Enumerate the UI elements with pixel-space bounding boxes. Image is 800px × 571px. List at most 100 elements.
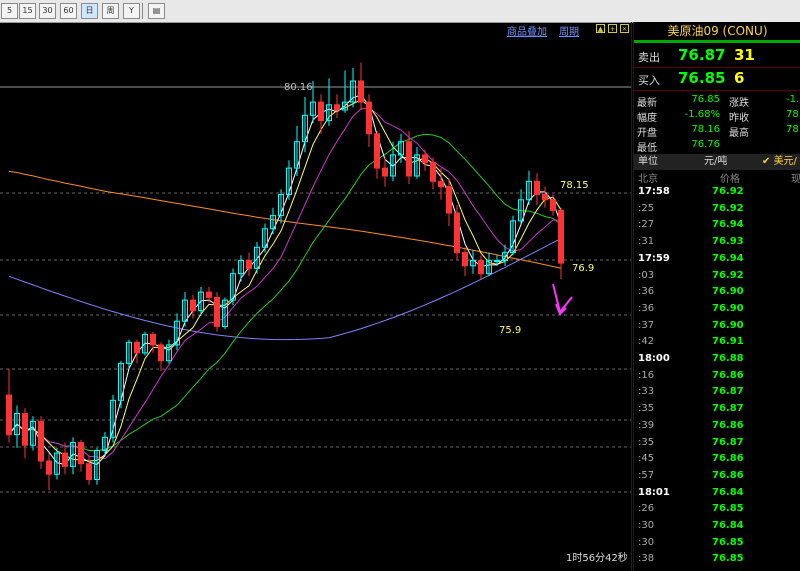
buy-row: 买入 76.85 6 (634, 68, 800, 91)
tick-price: 76.85 (712, 553, 744, 565)
tick-price: 76.92 (712, 269, 744, 281)
tick-row: :39 76.86 (634, 420, 800, 437)
tick-time: :31 (638, 236, 655, 248)
candle-down (462, 252, 468, 267)
candle-down (206, 291, 212, 298)
candle-down (422, 154, 428, 164)
candle-down (86, 463, 92, 481)
unit-value: 元/吨 (704, 156, 728, 167)
period-year-button[interactable]: Y (123, 3, 140, 19)
tick-row: :36 76.90 (634, 286, 800, 303)
kline-chart[interactable]: 80.16 78.15 76.9 75.9 (0, 22, 632, 571)
tick-price: 76.90 (712, 286, 744, 298)
title-underline (634, 40, 800, 43)
candle-down (46, 460, 52, 475)
stat-label: 最高 (729, 128, 749, 139)
tick-time: 18:00 (638, 353, 670, 364)
high-label: 80.16 (284, 82, 313, 93)
chart-header: 商品叠加 周期 ▲ + × (0, 22, 632, 38)
stat-value: 76.85 (691, 94, 720, 105)
period-60-button[interactable]: 60 (60, 3, 77, 19)
tick-price: 76.85 (712, 503, 744, 515)
zoom-icon[interactable]: + (608, 24, 617, 33)
tick-time: :26 (638, 503, 655, 515)
candle-down (158, 344, 164, 362)
tick-row: :25 76.92 (634, 203, 800, 220)
tick-price: 76.94 (712, 252, 744, 264)
tick-time: :30 (638, 520, 655, 531)
tick-price: 76.90 (712, 319, 744, 331)
stat-label: 昨收 (729, 113, 749, 124)
tick-time: :03 (638, 269, 655, 281)
ma20-line (8, 107, 562, 460)
tick-time: :37 (638, 319, 655, 331)
expand-icon[interactable]: ▲ (596, 24, 605, 33)
settings-icon[interactable]: ▤ (148, 3, 165, 19)
period-30-button[interactable]: 30 (39, 3, 56, 19)
stat-value: 78. (786, 124, 800, 135)
tick-row: 18:01 76.84 (634, 487, 800, 504)
ma5-line (8, 94, 562, 466)
period-week-button[interactable]: 周 (102, 3, 119, 19)
candle-down (78, 442, 84, 465)
level-label: 75.9 (499, 325, 521, 336)
tick-row: :35 76.87 (634, 403, 800, 420)
stat-label: 最新 (637, 98, 657, 109)
candle-down (190, 299, 196, 312)
stat-row-open: 开盘 78.16 最高 78. (634, 124, 800, 139)
tick-price: 76.88 (712, 353, 744, 364)
level-label: 78.15 (560, 180, 589, 191)
tick-time: :27 (638, 219, 655, 231)
stat-value: 76.76 (691, 139, 720, 150)
kline-svg: 80.16 78.15 76.9 75.9 (0, 22, 632, 571)
tick-price: 76.86 (712, 453, 744, 465)
period-5-button[interactable]: 5 (1, 3, 18, 19)
tick-row: :26 76.85 (634, 503, 800, 520)
candle-down (358, 80, 364, 103)
candle-down (214, 296, 220, 327)
unit-row: 单位 元/吨 ✔ 美元/ (634, 154, 800, 170)
instrument-title: 美原油09 (CONU) (634, 22, 800, 40)
candle-down (246, 260, 252, 269)
sell-label: 卖出 (638, 51, 660, 64)
stat-value: -1.68% (684, 109, 720, 120)
tick-time: :36 (638, 286, 655, 298)
stat-value: -1. (786, 94, 800, 105)
close-chart-icon[interactable]: × (620, 24, 629, 33)
tick-price: 76.92 (712, 186, 744, 197)
tick-time: :36 (638, 302, 655, 314)
candle-down (6, 394, 12, 436)
tick-price: 76.91 (712, 336, 744, 348)
tick-row: :30 76.85 (634, 537, 800, 554)
tick-time: :42 (638, 336, 655, 348)
stat-value: 78.16 (691, 124, 720, 135)
tick-row: :42 76.91 (634, 336, 800, 353)
tick-row: :37 76.90 (634, 320, 800, 337)
stat-label: 涨跌 (729, 98, 749, 109)
tick-row: 17:58 76.92 (634, 186, 800, 203)
candle-down (382, 167, 388, 177)
candle-down (446, 186, 452, 214)
tick-price: 76.87 (712, 436, 744, 448)
ticks-col-price: 价格 (720, 174, 740, 185)
buy-price: 76.85 (678, 69, 726, 87)
period-15-button[interactable]: 15 (19, 3, 36, 19)
period-link[interactable]: 周期 (559, 23, 579, 38)
candle-down (374, 133, 380, 169)
ma40-line (8, 133, 562, 451)
sell-row: 卖出 76.87 31 (634, 45, 800, 68)
stat-label: 最低 (637, 143, 657, 154)
period-day-button[interactable]: 日 (81, 3, 98, 19)
tick-time: :30 (638, 536, 655, 548)
overlay-link[interactable]: 商品叠加 (507, 23, 547, 38)
tick-row: 17:59 76.94 (634, 253, 800, 270)
annotation-arrow (552, 283, 573, 315)
level-label: 76.9 (572, 263, 594, 274)
tick-price: 76.84 (712, 486, 744, 498)
tick-price: 76.85 (712, 536, 744, 548)
tick-row: :36 76.90 (634, 303, 800, 320)
tick-time: :35 (638, 436, 655, 448)
stat-row-latest: 最新 76.85 涨跌 -1. (634, 94, 800, 109)
currency-toggle[interactable]: ✔ 美元/ (762, 154, 797, 170)
tick-row: :38 76.85 (634, 553, 800, 570)
